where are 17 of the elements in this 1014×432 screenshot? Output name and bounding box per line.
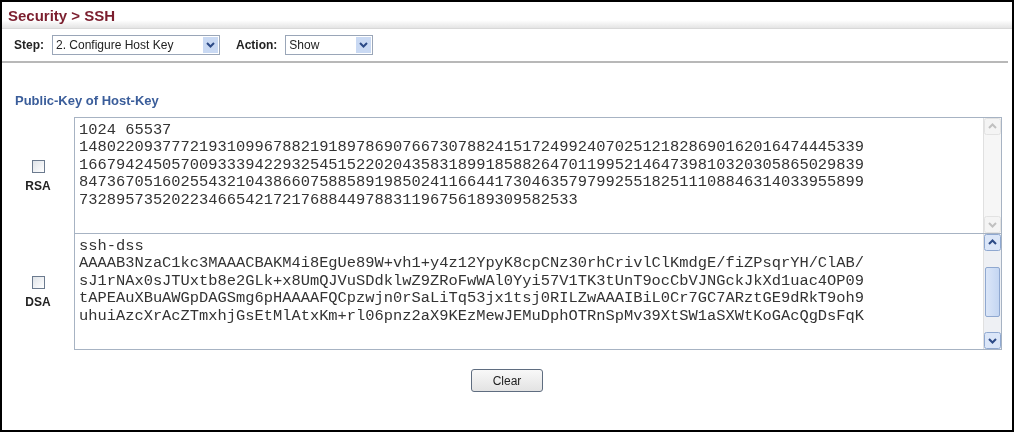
clear-button[interactable]: Clear bbox=[471, 369, 543, 392]
checkbox[interactable] bbox=[31, 159, 45, 173]
scroll-down-icon[interactable] bbox=[984, 332, 1001, 349]
section-title: Public-Key of Host-Key bbox=[15, 93, 160, 108]
scrollbar[interactable] bbox=[983, 234, 1001, 349]
key-type-label: RSA bbox=[25, 178, 51, 193]
scroll-up-icon[interactable] bbox=[984, 234, 1001, 251]
step-label: Step: bbox=[14, 38, 44, 52]
page-title: Security > SSH bbox=[8, 6, 116, 24]
scroll-thumb[interactable] bbox=[985, 266, 1000, 317]
key-type-label: DSA bbox=[25, 294, 51, 309]
action-select[interactable]: Show bbox=[285, 35, 374, 55]
action-label: Action: bbox=[236, 38, 278, 52]
key-text-field[interactable]: ssh-dss AAAAB3NzaC1kc3MAAACBAKM4i8EgUe89W+vh1+y4z12YpyK8cpCNz30rhCrivlClKmdgE/fiZPsqrYH/ClAB/ sJ1rNAx0sJTUxtb8e2GLk+x8UmQJVuSDdklwZ9ZRoFwWAl0Yyi57V1TK3tUnT9ocCbVJNGckJkXd1uac4OP09 tAPEAuXBuAWGpDAGSmg6pHAAAAFQCpzwjn0rSaLiTq53jx1tsj0RILZwAAAIBiL0Cr7GC7ARztGE9dRkT9oh9 uhuiAzcXrAcZTmxhjGsEtMlAtxKm+rl06pnz2aX9KEzMewJEMuDphOTRnSpMv39XtSW1aSXWtKoGAcQgDsFqK bbox=[74, 233, 1002, 350]
key-text-field[interactable]: 1024 65537 1480220937772193109967882191897869076673078824151724992407025121828690162016474445339 1667942450570093339422932545152202043583189918588264701199521464739810320305865029839 8473670516025543210438660758858919850241166441730463579799255182511108846314033955899 732895735202234665421721768844978831196756189309582533 bbox=[74, 117, 1002, 234]
step-select[interactable]: 2. Configure Host Key bbox=[52, 35, 220, 55]
checkbox[interactable] bbox=[31, 275, 45, 289]
